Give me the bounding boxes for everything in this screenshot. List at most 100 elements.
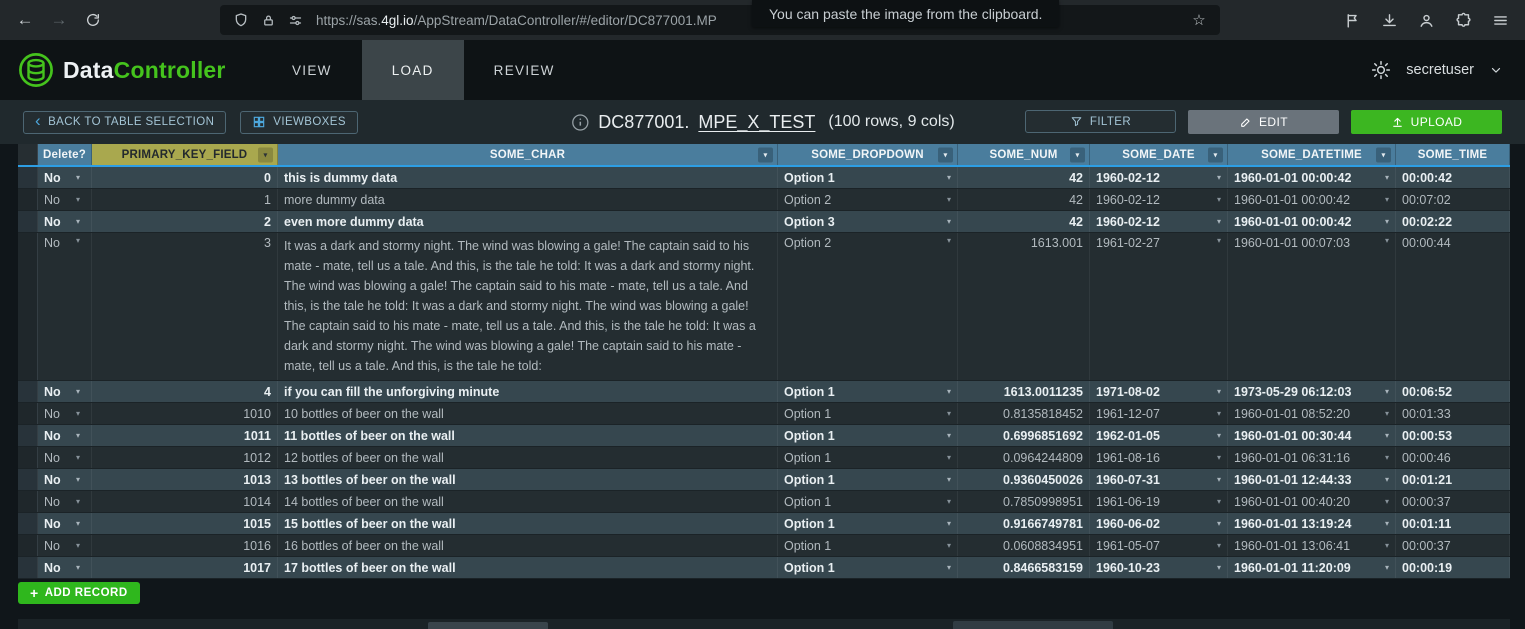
cell-some-time[interactable]: 00:00:37 <box>1396 535 1510 556</box>
cell-some-char[interactable]: 16 bottles of beer on the wall <box>278 535 778 556</box>
cell-some-date[interactable]: 1960-02-12▾ <box>1090 211 1228 232</box>
cell-some-dropdown[interactable]: Option 1▾ <box>778 447 958 468</box>
cell-delete[interactable]: No▾ <box>38 167 92 188</box>
cell-some-time[interactable]: 00:06:52 <box>1396 381 1510 402</box>
cell-delete[interactable]: No▾ <box>38 189 92 210</box>
column-header-num[interactable]: SOME_NUM▾ <box>958 144 1090 165</box>
extensions-puzzle-icon[interactable] <box>1448 5 1478 35</box>
column-filter-button[interactable]: ▾ <box>1070 147 1085 162</box>
add-record-button[interactable]: + ADD RECORD <box>18 582 140 604</box>
cell-some-datetime[interactable]: 1960-01-01 11:20:09▾ <box>1228 557 1396 578</box>
cell-some-time[interactable]: 00:00:37 <box>1396 491 1510 512</box>
cell-primary-key[interactable]: 1014 <box>92 491 278 512</box>
cell-delete[interactable]: No▾ <box>38 403 92 424</box>
cell-some-char[interactable]: 11 bottles of beer on the wall <box>278 425 778 446</box>
edit-button[interactable]: EDIT <box>1188 110 1339 134</box>
cell-some-char[interactable]: It was a dark and stormy night. The wind… <box>278 233 778 380</box>
nav-tab-review[interactable]: REVIEW <box>464 40 585 100</box>
cell-some-time[interactable]: 00:01:11 <box>1396 513 1510 534</box>
info-icon[interactable] <box>570 113 589 132</box>
lock-icon[interactable] <box>257 9 279 31</box>
column-header-delete[interactable]: Delete? <box>38 144 92 165</box>
cell-delete[interactable]: No▾ <box>38 447 92 468</box>
cell-some-num[interactable]: 42 <box>958 189 1090 210</box>
column-filter-button[interactable]: ▾ <box>758 147 773 162</box>
menu-hamburger-icon[interactable] <box>1485 5 1515 35</box>
table-row[interactable]: No▾101515 bottles of beer on the wallOpt… <box>18 513 1510 535</box>
table-row[interactable]: No▾101212 bottles of beer on the wallOpt… <box>18 447 1510 469</box>
cell-some-date[interactable]: 1961-08-16▾ <box>1090 447 1228 468</box>
browser-forward-button[interactable]: → <box>42 3 76 37</box>
browser-back-button[interactable]: ← <box>8 3 42 37</box>
download-icon[interactable] <box>1374 5 1404 35</box>
cell-some-datetime[interactable]: 1960-01-01 08:52:20▾ <box>1228 403 1396 424</box>
cell-some-date[interactable]: 1960-07-31▾ <box>1090 469 1228 490</box>
cell-some-char[interactable]: this is dummy data <box>278 167 778 188</box>
cell-delete[interactable]: No▾ <box>38 491 92 512</box>
cell-some-date[interactable]: 1961-05-07▾ <box>1090 535 1228 556</box>
cell-some-char[interactable]: even more dummy data <box>278 211 778 232</box>
cell-delete[interactable]: No▾ <box>38 535 92 556</box>
cell-some-datetime[interactable]: 1973-05-29 06:12:03▾ <box>1228 381 1396 402</box>
cell-delete[interactable]: No▾ <box>38 469 92 490</box>
table-name-link[interactable]: MPE_X_TEST <box>698 112 815 133</box>
cell-some-dropdown[interactable]: Option 1▾ <box>778 557 958 578</box>
upload-button[interactable]: UPLOAD <box>1351 110 1502 134</box>
cell-primary-key[interactable]: 1015 <box>92 513 278 534</box>
cell-some-time[interactable]: 00:01:33 <box>1396 403 1510 424</box>
table-row[interactable]: No▾4if you can fill the unforgiving minu… <box>18 381 1510 403</box>
cell-some-time[interactable]: 00:00:19 <box>1396 557 1510 578</box>
cell-delete[interactable]: No▾ <box>38 211 92 232</box>
cell-some-dropdown[interactable]: Option 1▾ <box>778 403 958 424</box>
cell-some-datetime[interactable]: 1960-01-01 06:31:16▾ <box>1228 447 1396 468</box>
cell-some-date[interactable]: 1960-06-02▾ <box>1090 513 1228 534</box>
bookmark-star-icon[interactable]: ☆ <box>1188 9 1210 31</box>
cell-some-date[interactable]: 1960-02-12▾ <box>1090 167 1228 188</box>
cell-some-num[interactable]: 0.0608834951 <box>958 535 1090 556</box>
cell-some-datetime[interactable]: 1960-01-01 00:00:42▾ <box>1228 211 1396 232</box>
cell-some-num[interactable]: 0.8466583159 <box>958 557 1090 578</box>
cell-some-datetime[interactable]: 1960-01-01 00:07:03▾ <box>1228 233 1396 380</box>
table-row[interactable]: No▾1more dummy dataOption 2▾421960-02-12… <box>18 189 1510 211</box>
cell-some-dropdown[interactable]: Option 3▾ <box>778 211 958 232</box>
cell-some-char[interactable]: 15 bottles of beer on the wall <box>278 513 778 534</box>
cell-some-dropdown[interactable]: Option 1▾ <box>778 513 958 534</box>
cell-some-date[interactable]: 1961-12-07▾ <box>1090 403 1228 424</box>
bookmark-flag-icon[interactable] <box>1337 5 1367 35</box>
cell-some-date[interactable]: 1960-02-12▾ <box>1090 189 1228 210</box>
cell-some-dropdown[interactable]: Option 1▾ <box>778 469 958 490</box>
cell-some-date[interactable]: 1962-01-05▾ <box>1090 425 1228 446</box>
theme-toggle-icon[interactable] <box>1371 60 1391 80</box>
cell-primary-key[interactable]: 1012 <box>92 447 278 468</box>
back-to-table-selection-button[interactable]: ‹ BACK TO TABLE SELECTION <box>23 111 226 134</box>
column-header-time[interactable]: SOME_TIME <box>1396 144 1510 165</box>
column-header-dropdown[interactable]: SOME_DROPDOWN▾ <box>778 144 958 165</box>
table-row[interactable]: No▾101717 bottles of beer on the wallOpt… <box>18 557 1510 579</box>
cell-some-date[interactable]: 1961-02-27▾ <box>1090 233 1228 380</box>
table-row[interactable]: No▾3It was a dark and stormy night. The … <box>18 233 1510 381</box>
cell-some-time[interactable]: 00:00:44 <box>1396 233 1510 380</box>
cell-primary-key[interactable]: 1 <box>92 189 278 210</box>
url-bar[interactable]: https://sas.4gl.io/AppStream/DataControl… <box>220 5 1220 35</box>
cell-some-datetime[interactable]: 1960-01-01 00:00:42▾ <box>1228 167 1396 188</box>
viewboxes-button[interactable]: VIEWBOXES <box>240 111 358 134</box>
cell-some-dropdown[interactable]: Option 1▾ <box>778 167 958 188</box>
cell-some-num[interactable]: 0.9166749781 <box>958 513 1090 534</box>
cell-some-num[interactable]: 42 <box>958 167 1090 188</box>
cell-primary-key[interactable]: 1013 <box>92 469 278 490</box>
cell-some-char[interactable]: 10 bottles of beer on the wall <box>278 403 778 424</box>
table-row[interactable]: No▾101111 bottles of beer on the wallOpt… <box>18 425 1510 447</box>
account-icon[interactable] <box>1411 5 1441 35</box>
nav-tab-view[interactable]: VIEW <box>262 40 362 100</box>
cell-some-datetime[interactable]: 1960-01-01 12:44:33▾ <box>1228 469 1396 490</box>
cell-some-num[interactable]: 0.7850998951 <box>958 491 1090 512</box>
cell-some-dropdown[interactable]: Option 1▾ <box>778 535 958 556</box>
cell-some-time[interactable]: 00:00:46 <box>1396 447 1510 468</box>
cell-some-date[interactable]: 1971-08-02▾ <box>1090 381 1228 402</box>
cell-primary-key[interactable]: 1016 <box>92 535 278 556</box>
cell-some-num[interactable]: 0.9360450026 <box>958 469 1090 490</box>
cell-some-datetime[interactable]: 1960-01-01 13:19:24▾ <box>1228 513 1396 534</box>
table-row[interactable]: No▾101313 bottles of beer on the wallOpt… <box>18 469 1510 491</box>
table-row[interactable]: No▾101414 bottles of beer on the wallOpt… <box>18 491 1510 513</box>
cell-some-num[interactable]: 42 <box>958 211 1090 232</box>
